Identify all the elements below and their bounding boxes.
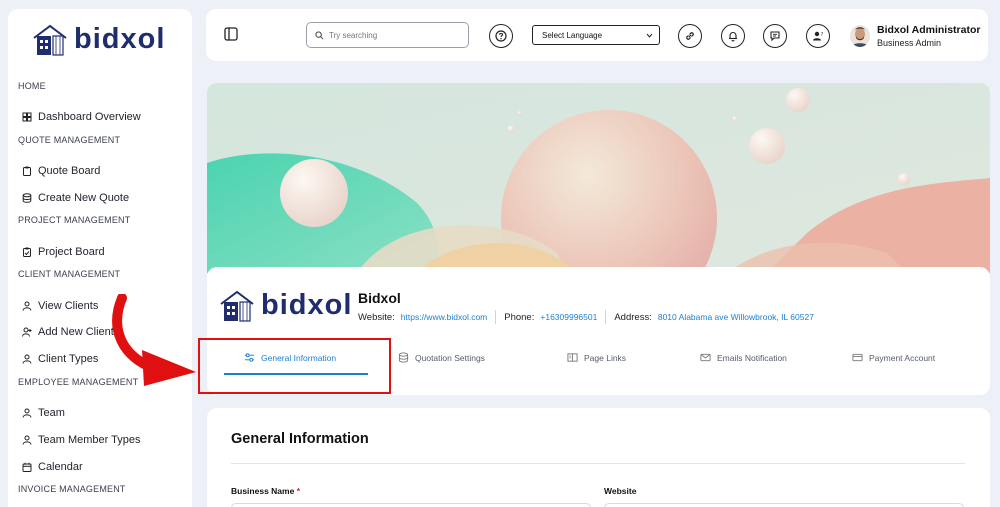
user-icon <box>22 354 32 364</box>
language-select[interactable]: Select Language <box>532 25 660 45</box>
notifications-button[interactable] <box>721 24 745 48</box>
columns-icon <box>567 353 578 362</box>
website-link[interactable]: https://www.bidxol.com <box>401 312 487 322</box>
user-switch-button[interactable]: ? <box>806 24 830 48</box>
sidebar-logo[interactable]: bidxol <box>32 23 165 56</box>
company-logo-text: bidxol <box>261 289 353 321</box>
sidebar-item-label: Dashboard Overview <box>38 111 141 124</box>
user-avatar[interactable] <box>850 25 870 47</box>
user-question-icon: ? <box>813 31 824 41</box>
company-contact-row: Website: https://www.bidxol.com Phone: +… <box>358 310 814 324</box>
search-box[interactable] <box>306 22 469 48</box>
sidebar-item-label: Calendar <box>38 460 83 473</box>
sidebar: bidxol HOME Dashboard Overview QUOTE MANAG… <box>8 9 192 507</box>
sidebar-section-title: PROJECT MANAGEMENT <box>18 215 131 226</box>
tab-label: Page Links <box>584 352 627 363</box>
svg-text:?: ? <box>821 32 824 38</box>
website-input[interactable] <box>604 503 964 507</box>
sidebar-item-quote-board[interactable]: Quote Board <box>8 158 192 185</box>
sidebar-item-label: Add New Client <box>38 326 114 339</box>
building-logo-icon <box>33 24 67 56</box>
clipboard-check-icon <box>23 247 31 257</box>
tab-page-links[interactable]: Page Links <box>567 352 626 363</box>
user-plus-icon <box>22 327 32 337</box>
tab-quotation-settings[interactable]: Quotation Settings <box>398 352 485 363</box>
tab-label: Quotation Settings <box>415 352 485 363</box>
help-button[interactable] <box>489 24 513 48</box>
top-header: Select Language ? Bidxol Administrator B… <box>206 9 988 61</box>
card-icon <box>852 353 863 362</box>
tab-payment-account[interactable]: Payment Account <box>852 352 935 363</box>
share-link-button[interactable] <box>678 24 702 48</box>
search-input[interactable] <box>329 30 449 40</box>
sidebar-item-label: Create New Quote <box>38 191 130 204</box>
database-icon <box>398 352 409 363</box>
brand-name: bidxol <box>74 23 166 55</box>
sidebar-item-label: Quote Board <box>38 165 101 178</box>
phone-label: Phone: <box>504 311 535 323</box>
website-field-label: Website <box>604 486 637 496</box>
mail-icon <box>700 353 711 362</box>
phone-link[interactable]: +16309996501 <box>540 312 597 322</box>
messages-button[interactable] <box>763 24 787 48</box>
tab-label: Payment Account <box>869 352 936 363</box>
sidebar-section-title: INVOICE MANAGEMENT <box>18 483 126 494</box>
sidebar-item-label: Team Member Types <box>38 433 141 446</box>
company-logo: bidxol <box>219 289 352 322</box>
sidebar-toggle-button[interactable] <box>224 27 238 46</box>
language-select-label: Select Language <box>542 30 603 40</box>
annotation-highlight-box <box>198 338 391 394</box>
question-icon <box>495 30 507 42</box>
cover-image <box>207 83 990 273</box>
tab-label: Emails Notification <box>717 352 787 363</box>
sidebar-section-title: QUOTE MANAGEMENT <box>18 134 121 145</box>
user-role: Business Admin <box>877 38 942 48</box>
divider <box>495 310 497 324</box>
sidebar-toggle-icon <box>224 27 238 41</box>
sidebar-item-calendar[interactable]: Calendar <box>8 453 192 480</box>
sidebar-item-create-new-quote[interactable]: Create New Quote <box>8 185 192 212</box>
address-label: Address: <box>614 311 652 323</box>
user-name: Bidxol Administrator <box>877 24 981 36</box>
website-label: Website: <box>358 311 395 323</box>
sidebar-nav: HOME Dashboard Overview QUOTE MANAGEMENT Qu… <box>8 77 192 507</box>
database-icon <box>22 193 32 203</box>
divider <box>231 463 965 464</box>
general-information-panel: General Information Business Name * Webs… <box>207 408 990 507</box>
sidebar-item-project-board[interactable]: Project Board <box>8 238 192 265</box>
user-icon <box>22 435 32 445</box>
business-name-label-text: Business Name <box>231 486 295 496</box>
search-icon <box>315 30 324 39</box>
tab-emails-notification[interactable]: Emails Notification <box>700 352 787 363</box>
building-logo-icon <box>220 290 254 322</box>
clipboard-icon <box>23 166 31 177</box>
calendar-icon <box>22 462 32 472</box>
sidebar-item-dashboard-overview[interactable]: Dashboard Overview <box>8 104 192 131</box>
address-link[interactable]: 8010 Alabama ave Willowbrook, IL 60527 <box>658 312 814 322</box>
divider <box>605 310 607 324</box>
profile-cover-banner <box>207 83 990 273</box>
annotation-arrow-icon <box>112 294 196 386</box>
user-icon <box>22 408 32 418</box>
user-icon <box>22 301 32 311</box>
sidebar-item-label: Team <box>38 406 65 419</box>
link-icon <box>686 32 694 40</box>
sidebar-item-label: Project Board <box>38 245 105 258</box>
section-title: General Information <box>231 431 369 447</box>
sidebar-item-label: View Clients <box>38 299 99 312</box>
sidebar-item-team[interactable]: Team <box>8 400 192 427</box>
user-avatar-image <box>850 25 870 47</box>
sidebar-item-team-member-types[interactable]: Team Member Types <box>8 426 192 453</box>
company-name: Bidxol <box>358 290 401 306</box>
dashboard-icon <box>22 112 32 122</box>
required-mark: * <box>296 486 300 496</box>
business-name-label: Business Name * <box>231 486 300 496</box>
bell-icon <box>729 32 737 42</box>
sidebar-item-label: Client Types <box>38 353 99 366</box>
sidebar-section-title: HOME <box>18 81 46 91</box>
sidebar-section-title: CLIENT MANAGEMENT <box>18 269 121 280</box>
business-name-input[interactable] <box>231 503 591 507</box>
chevron-down-icon <box>646 33 653 38</box>
chat-icon <box>770 31 780 42</box>
